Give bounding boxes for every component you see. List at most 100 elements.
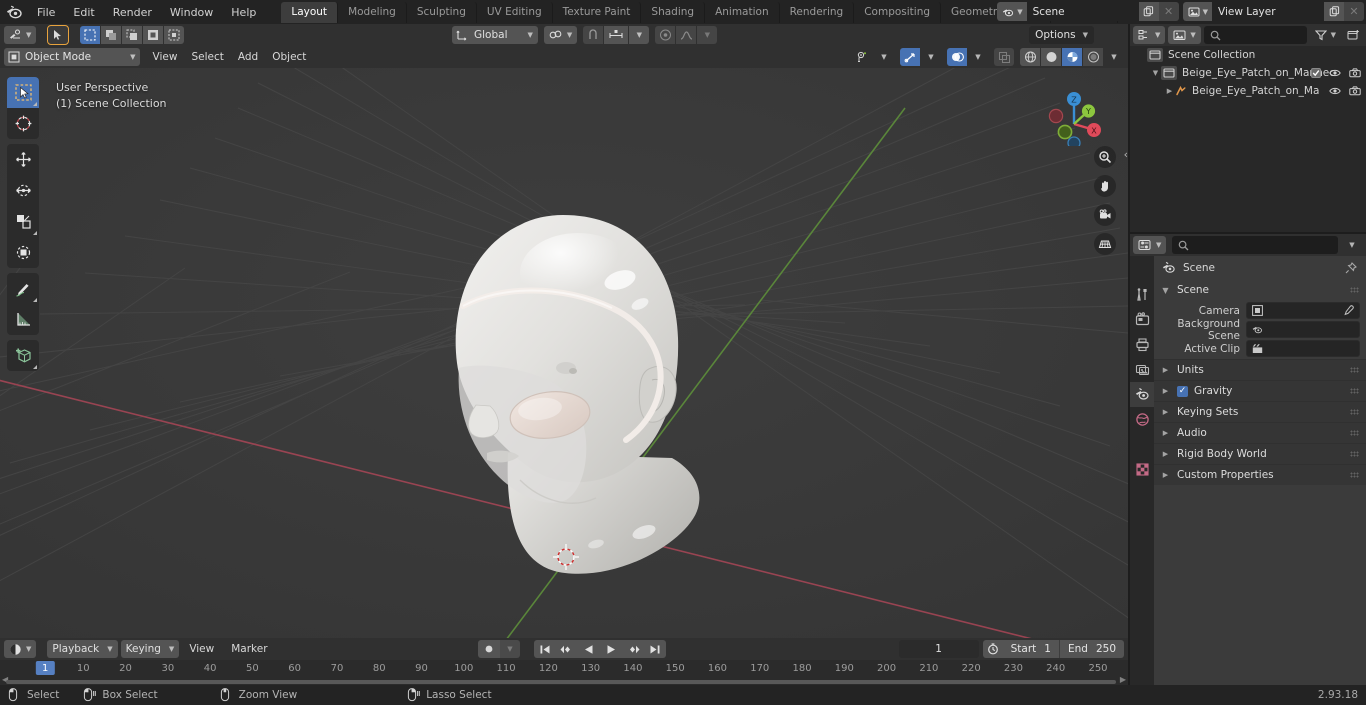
object-mode-dropdown[interactable]: Object Mode ▼ (4, 48, 140, 66)
view-layer-icon[interactable]: ▼ (1182, 2, 1212, 21)
panel-audio-header[interactable]: ▶ Audio (1154, 422, 1366, 443)
options-dropdown[interactable]: Options ▼ (1029, 26, 1094, 44)
gravity-checkbox[interactable]: ✓ (1177, 385, 1188, 397)
tool-measure[interactable] (7, 304, 39, 335)
timeline-editor-type-button[interactable]: ▼ (4, 640, 37, 658)
camera-field[interactable] (1246, 302, 1360, 319)
outliner-search-input[interactable] (1203, 26, 1307, 44)
tab-world[interactable] (1130, 407, 1154, 432)
menu-window[interactable]: Window (161, 3, 222, 21)
panel-gravity-header[interactable]: ▶ ✓ Gravity (1154, 380, 1366, 401)
tab-animation[interactable]: Animation (705, 1, 780, 23)
menu-edit[interactable]: Edit (64, 3, 103, 21)
select-set-icon[interactable] (80, 26, 101, 44)
tab-uv-editing[interactable]: UV Editing (477, 1, 553, 23)
chevron-down-icon[interactable]: ▼ (697, 26, 718, 44)
play-button[interactable] (600, 640, 622, 658)
xray-toggle-icon[interactable] (994, 48, 1014, 66)
visibility-eye-icon[interactable] (1329, 86, 1341, 96)
panel-scene-header[interactable]: ▼ Scene (1154, 280, 1366, 300)
render-camera-icon[interactable] (1349, 68, 1361, 78)
menu-help[interactable]: Help (222, 3, 265, 21)
timeline-scroll-right-arrow[interactable]: ▶ (1120, 675, 1126, 684)
tool-move[interactable] (7, 144, 39, 175)
shading-wireframe-icon[interactable] (1020, 48, 1040, 66)
tab-output[interactable] (1130, 332, 1154, 357)
mannequin-head-object[interactable] (0, 68, 1128, 638)
new-view-layer-button[interactable] (1324, 2, 1344, 21)
falloff-icon[interactable] (676, 26, 697, 44)
tab-layout[interactable]: Layout (281, 1, 339, 23)
panel-custom-properties-header[interactable]: ▶ Custom Properties (1154, 464, 1366, 485)
timeline-scrollbar[interactable] (6, 680, 1116, 684)
disclosure-triangle-right-icon[interactable]: ▶ (1160, 408, 1171, 416)
play-reverse-button[interactable] (578, 640, 600, 658)
menu-render[interactable]: Render (104, 3, 161, 21)
outliner-row[interactable]: ▼ Beige_Eye_Patch_on_Mannec (1130, 64, 1366, 82)
proportional-edit-icon[interactable] (655, 26, 676, 44)
show-gizmo-icon[interactable] (900, 48, 920, 66)
outliner-new-collection-button[interactable] (1344, 26, 1363, 44)
editor-type-selector[interactable]: ▼ (4, 26, 37, 44)
chevron-down-icon[interactable]: ▼ (629, 26, 650, 44)
tab-view-layer[interactable] (1130, 357, 1154, 382)
timeline-ruler-area[interactable]: 10 20 30 40 50 60 70 80 90 100 110 120 130 140 150 160 1… (0, 660, 1128, 685)
hand-icon[interactable] (1094, 175, 1116, 197)
panel-rigid-body-world-header[interactable]: ▶ Rigid Body World (1154, 443, 1366, 464)
timeline-menu-view[interactable]: View (182, 640, 221, 658)
timeline-playhead[interactable]: 1 (36, 661, 55, 675)
disclosure-triangle-right-icon[interactable]: ▶ (1160, 429, 1171, 437)
prev-keyframe-button[interactable] (556, 640, 578, 658)
visibility-eye-icon[interactable] (1329, 68, 1341, 78)
zoom-icon[interactable] (1094, 146, 1116, 168)
tab-compositing[interactable]: Compositing (854, 1, 942, 23)
auto-keying-toggle[interactable] (478, 640, 500, 658)
scene-icon[interactable]: ▼ (997, 2, 1027, 21)
disclosure-triangle-right-icon[interactable]: ▶ (1160, 387, 1171, 395)
tool-annotate[interactable] (7, 273, 39, 304)
disclosure-triangle-icon[interactable]: ▶ (1164, 87, 1175, 95)
select-invert-icon[interactable] (143, 26, 164, 44)
timeline-menu-marker[interactable]: Marker (224, 640, 274, 658)
pivot-point-dropdown[interactable]: ▼ (543, 26, 578, 44)
navigation-gizmo[interactable]: Z Y X (1044, 80, 1110, 146)
3d-viewport[interactable]: User Perspective (1) Scene Collection Z … (0, 68, 1128, 638)
tab-rendering[interactable]: Rendering (780, 1, 855, 23)
new-scene-button[interactable] (1138, 2, 1159, 21)
shading-rendered-icon[interactable] (1083, 48, 1103, 66)
tool-tweak-select-box[interactable] (7, 77, 39, 108)
tool-add-cube[interactable] (7, 340, 39, 371)
frame-end-field[interactable]: End 250 (1058, 640, 1124, 658)
tab-scene[interactable] (1130, 382, 1154, 407)
viewport-menu-object[interactable]: Object (265, 48, 313, 66)
scene-selector[interactable]: ▼ Scene ✕ (997, 2, 1179, 21)
current-frame-field[interactable]: 1 (898, 640, 979, 658)
chevron-down-icon[interactable]: ▼ (500, 640, 520, 658)
background-scene-field[interactable] (1246, 321, 1360, 338)
snap-target-icon[interactable] (604, 26, 629, 44)
snap-toggle-icon[interactable] (583, 26, 604, 44)
show-overlays-icon[interactable] (947, 48, 967, 66)
tool-scale[interactable] (7, 206, 39, 237)
select-subtract-icon[interactable] (122, 26, 143, 44)
render-camera-icon[interactable] (1349, 86, 1361, 96)
outliner-editor-type-button[interactable]: ▼ (1133, 26, 1166, 44)
timeline-menu-keying[interactable]: Keying ▼ (120, 640, 180, 658)
unlink-scene-button[interactable]: ✕ (1158, 2, 1179, 21)
properties-options-button[interactable]: ▼ (1341, 236, 1363, 254)
grid-icon[interactable] (1094, 233, 1116, 255)
frame-start-field[interactable]: Start 1 (1002, 640, 1059, 658)
chevron-down-icon[interactable]: ▼ (968, 48, 988, 66)
object-types-visibility-icon[interactable] (853, 48, 873, 66)
chevron-down-icon[interactable]: ▼ (874, 48, 894, 66)
select-intersect-icon[interactable] (164, 26, 185, 44)
tool-cursor[interactable] (7, 108, 39, 139)
active-tool-button[interactable] (47, 25, 70, 45)
eyedropper-icon[interactable] (1343, 305, 1354, 316)
tab-texture-paint[interactable]: Texture Paint (553, 1, 642, 23)
properties-search-input[interactable] (1172, 236, 1338, 254)
panel-keying-sets-header[interactable]: ▶ Keying Sets (1154, 401, 1366, 422)
viewport-menu-add[interactable]: Add (231, 48, 265, 66)
tab-texture[interactable] (1130, 457, 1154, 482)
shading-solid-icon[interactable] (1041, 48, 1061, 66)
